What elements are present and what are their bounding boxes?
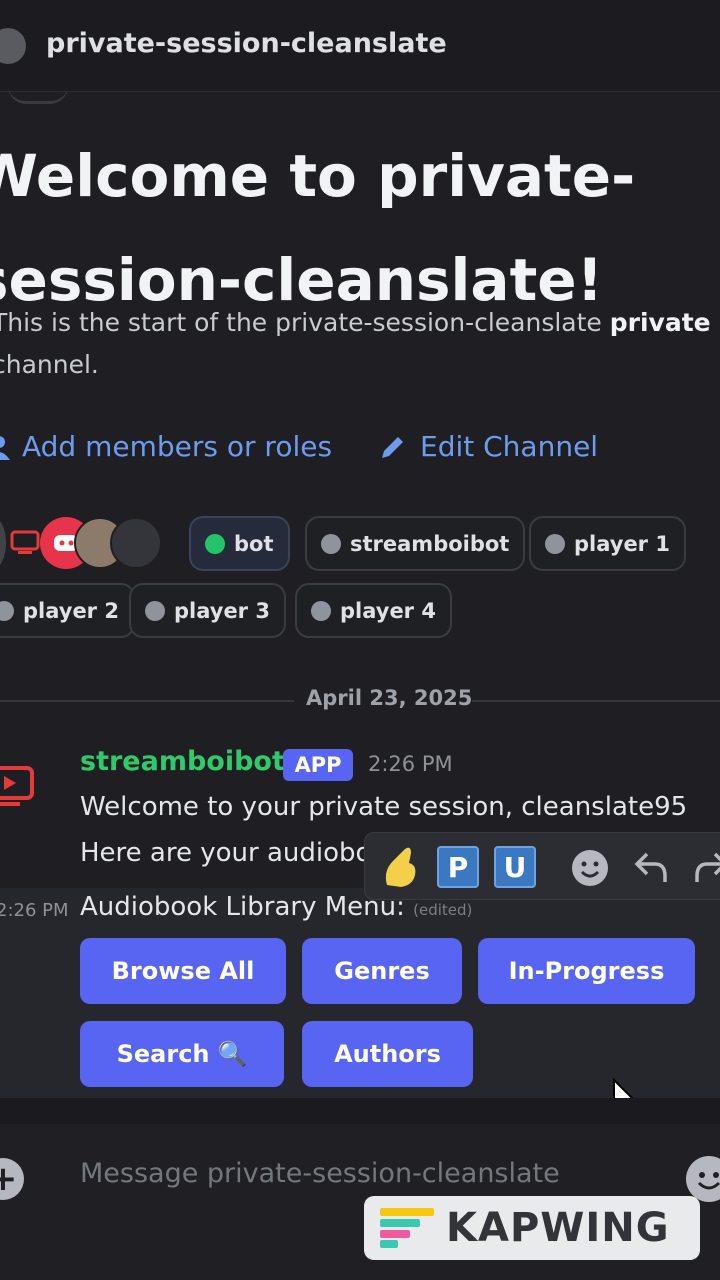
- reaction-u-button[interactable]: U: [494, 846, 536, 888]
- welcome-heading-line1: Welcome to private-: [0, 142, 636, 210]
- welcome-heading: Welcome to private- session-cleanslate!: [0, 124, 635, 332]
- edited-label: (edited): [413, 901, 473, 919]
- status-dot: [311, 600, 331, 621]
- message-line-2: Here are your audiobook: [80, 838, 403, 868]
- app-badge: APP: [283, 749, 353, 781]
- kapwing-logo-icon: [380, 1208, 434, 1248]
- message-timestamp: 2:26 PM: [368, 752, 453, 776]
- message-side-timestamp: 2:26 PM: [0, 900, 69, 921]
- date-divider-left: [0, 700, 294, 702]
- date-divider-label: April 23, 2025: [306, 686, 473, 710]
- status-dot: [321, 533, 341, 554]
- member-pill-bot[interactable]: bot: [189, 516, 290, 571]
- genres-button[interactable]: Genres: [302, 938, 462, 1004]
- add-members-link[interactable]: Add members or roles: [0, 430, 332, 463]
- reaction-p-button[interactable]: P: [437, 846, 479, 888]
- online-status-dot: [205, 533, 225, 554]
- bot-avatar-icon[interactable]: [0, 764, 36, 810]
- composer-separator: [0, 1098, 720, 1124]
- status-dot: [545, 533, 565, 554]
- reaction-hand-icon[interactable]: [379, 845, 423, 889]
- tv-icon: [10, 530, 40, 556]
- status-dot: [0, 600, 14, 621]
- message-username[interactable]: streamboibot: [80, 746, 285, 777]
- menu-title-text: Audiobook Library Menu:: [80, 892, 405, 922]
- message-line-1: Welcome to your private session, cleansl…: [80, 792, 688, 822]
- intro-text-line2: channel.: [0, 350, 99, 379]
- intro-text: This is the start of the private-session…: [0, 308, 610, 337]
- member-pill-player-1[interactable]: player 1: [529, 516, 686, 571]
- kapwing-label: KAPWING: [446, 1205, 670, 1251]
- channel-avatar-edge: [8, 86, 68, 104]
- browse-all-button[interactable]: Browse All: [80, 938, 286, 1004]
- member-pill-streamboibot[interactable]: streamboibot: [305, 516, 526, 571]
- status-dot: [145, 600, 165, 621]
- member-pill-player-4[interactable]: player 4: [295, 583, 452, 638]
- avatar-edge: [0, 517, 6, 569]
- search-icon: 🔍: [217, 1040, 248, 1068]
- member-pill-player-3[interactable]: player 3: [129, 583, 286, 638]
- forward-icon[interactable]: [691, 847, 720, 887]
- message-input[interactable]: Message private-session-cleanslate: [80, 1158, 560, 1189]
- edit-channel-label: Edit Channel: [420, 430, 599, 463]
- welcome-intro: This is the start of the private-session…: [0, 302, 711, 386]
- pencil-icon: [382, 436, 403, 458]
- authors-button[interactable]: Authors: [302, 1021, 473, 1087]
- member-pill-player-2[interactable]: player 2: [0, 583, 135, 638]
- search-button-label: Search: [116, 1040, 210, 1068]
- channel-title: private-session-cleanslate: [46, 28, 447, 59]
- reply-icon[interactable]: [631, 847, 671, 887]
- intro-bold: private: [609, 308, 711, 337]
- in-progress-button[interactable]: In-Progress: [478, 938, 695, 1004]
- avatar-blank: [110, 517, 162, 569]
- person-add-icon: [0, 435, 10, 460]
- date-divider-right: [472, 700, 720, 702]
- add-members-label: Add members or roles: [22, 430, 333, 463]
- message-hover-toolbar: P U: [364, 832, 720, 900]
- search-button[interactable]: Search 🔍: [80, 1021, 284, 1087]
- kapwing-watermark: KAPWING: [364, 1196, 700, 1260]
- add-reaction-icon[interactable]: [569, 847, 611, 889]
- edit-channel-link[interactable]: Edit Channel: [378, 430, 598, 463]
